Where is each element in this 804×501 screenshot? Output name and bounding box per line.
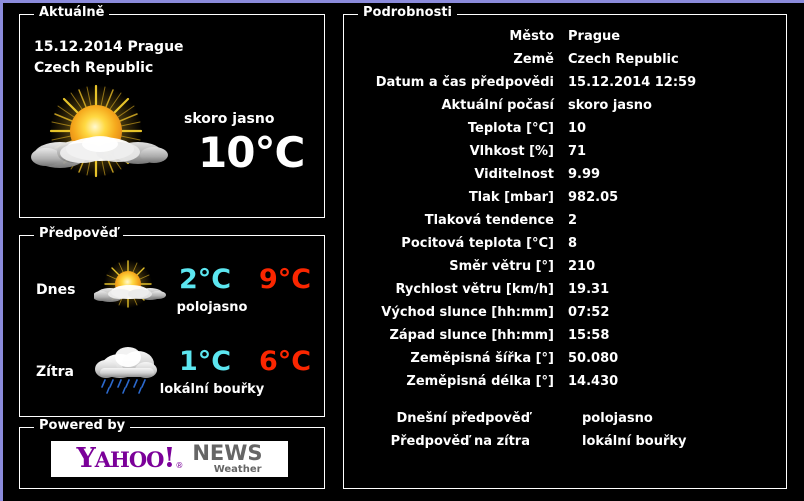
forecast-low-temperature: 2°C bbox=[178, 264, 232, 295]
powered-by-panel-legend: Powered by bbox=[34, 419, 131, 433]
details-row-value: 15:58 bbox=[568, 328, 610, 343]
details-row-label: Pocitová teplota [°C] bbox=[401, 236, 554, 251]
forecast-day-label: Zítra bbox=[36, 364, 74, 380]
details-row-label: Dnešní předpověď bbox=[396, 411, 530, 426]
current-weather-panel-legend: Aktuálně bbox=[34, 6, 110, 20]
widget-canvas: Aktuálně 15.12.2014 Prague Czech Republi… bbox=[3, 3, 804, 501]
details-row-value: 210 bbox=[568, 259, 596, 274]
details-row: Město Prague bbox=[344, 25, 786, 48]
details-row-value: skoro jasno bbox=[568, 98, 652, 113]
forecast-condition-text: polojasno bbox=[176, 300, 248, 315]
details-row-label: Vlhkost [%] bbox=[469, 144, 554, 159]
forecast-condition-text: lokální bouřky bbox=[159, 382, 265, 397]
details-row-value: 14.430 bbox=[568, 374, 619, 389]
details-row-label: Město bbox=[509, 29, 554, 44]
details-row: Zeměpisná délka [°] 14.430 bbox=[344, 370, 786, 393]
details-row-label: Zeměpisná šířka [°] bbox=[410, 351, 554, 366]
details-row: Vlhkost [%] 71 bbox=[344, 140, 786, 163]
details-row: Západ slunce [hh:mm] 15:58 bbox=[344, 324, 786, 347]
details-row-value: 982.05 bbox=[568, 190, 619, 205]
current-date-location: 15.12.2014 Prague Czech Republic bbox=[34, 37, 198, 81]
details-row-label: Teplota [°C] bbox=[467, 121, 554, 136]
details-row-value: 9.99 bbox=[568, 167, 601, 182]
details-row-value: 15.12.2014 12:59 bbox=[568, 75, 697, 90]
details-row-label: Rychlost větru [km/h] bbox=[395, 282, 554, 297]
forecast-high-temperature: 6°C bbox=[258, 346, 312, 377]
current-temperature: 10°C bbox=[198, 128, 305, 177]
details-row: Teplota [°C] 10 bbox=[344, 117, 786, 140]
details-row-label: Aktuální počasí bbox=[441, 98, 554, 113]
current-weather-panel: Aktuálně 15.12.2014 Prague Czech Republi… bbox=[19, 6, 325, 218]
weather-label: Weather bbox=[213, 464, 262, 475]
forecast-panel: Předpověď Dnes 2°C 9°C polojasno Zítra 1… bbox=[19, 227, 325, 417]
details-row-value: 2 bbox=[568, 213, 578, 228]
details-row-label: Tlaková tendence bbox=[424, 213, 554, 228]
details-row-value: polojasno bbox=[582, 411, 653, 426]
details-row: Viditelnost 9.99 bbox=[344, 163, 786, 186]
details-row-label: Země bbox=[513, 52, 554, 67]
news-weather-wordmark: NEWS Weather bbox=[192, 443, 262, 475]
details-row-value: 19.31 bbox=[568, 282, 610, 297]
details-row-label: Zeměpisná délka [°] bbox=[406, 374, 554, 389]
details-row-value: lokální bouřky bbox=[582, 434, 687, 449]
details-row-label: Předpověď na zítra bbox=[390, 434, 530, 449]
details-row: Východ slunce [hh:mm] 07:52 bbox=[344, 301, 786, 324]
news-label: NEWS bbox=[192, 441, 263, 465]
details-row-value: 8 bbox=[568, 236, 578, 251]
sun-behind-cloud-icon bbox=[30, 83, 182, 183]
details-table: Město Prague Země Czech Republic Datum a čas… bbox=[344, 25, 786, 453]
forecast-row: Zítra 1°C 6°C lokální bouřky bbox=[20, 332, 324, 414]
forecast-day-label: Dnes bbox=[36, 282, 76, 298]
details-row: Předpověď na zítra lokální bouřky bbox=[344, 430, 786, 453]
details-row-value: Prague bbox=[568, 29, 621, 44]
details-spacer bbox=[344, 393, 786, 407]
details-row-value: 71 bbox=[568, 144, 587, 159]
details-row-label: Viditelnost bbox=[474, 167, 554, 182]
details-row: Směr větru [°] 210 bbox=[344, 255, 786, 278]
details-row-label: Směr větru [°] bbox=[449, 259, 554, 274]
details-row-value: 07:52 bbox=[568, 305, 610, 320]
forecast-row: Dnes 2°C 9°C polojasno bbox=[20, 250, 324, 332]
forecast-high-temperature: 9°C bbox=[258, 264, 312, 295]
yahoo-news-weather-logo[interactable]: YAHOO! ® NEWS Weather bbox=[51, 441, 288, 477]
details-row-label: Západ slunce [hh:mm] bbox=[389, 328, 554, 343]
details-row: Země Czech Republic bbox=[344, 48, 786, 71]
details-row-value: 50.080 bbox=[568, 351, 619, 366]
details-row-value: Czech Republic bbox=[568, 52, 679, 67]
yahoo-wordmark: YAHOO! bbox=[76, 442, 175, 474]
details-row-value: 10 bbox=[568, 121, 587, 136]
details-panel: Podrobnosti Město Prague Země Czech Republi… bbox=[343, 6, 787, 489]
forecast-panel-legend: Předpověď bbox=[34, 227, 123, 241]
details-row-label: Tlak [mbar] bbox=[468, 190, 554, 205]
forecast-low-temperature: 1°C bbox=[178, 346, 232, 377]
current-date-location-line-1: 15.12.2014 Prague bbox=[34, 39, 184, 55]
details-row-label: Východ slunce [hh:mm] bbox=[381, 305, 554, 320]
details-row: Tlak [mbar] 982.05 bbox=[344, 186, 786, 209]
details-row-label: Datum a čas předpovědi bbox=[375, 75, 554, 90]
details-row: Aktuální počasí skoro jasno bbox=[344, 94, 786, 117]
details-row: Dnešní předpověď polojasno bbox=[344, 407, 786, 430]
current-condition-text: skoro jasno bbox=[184, 111, 275, 127]
powered-by-panel: Powered by YAHOO! ® NEWS Weather bbox=[19, 419, 325, 489]
details-row: Zeměpisná šířka [°] 50.080 bbox=[344, 347, 786, 370]
details-row: Pocitová teplota [°C] 8 bbox=[344, 232, 786, 255]
details-row: Datum a čas předpovědi 15.12.2014 12:59 bbox=[344, 71, 786, 94]
details-row: Rychlost větru [km/h] 19.31 bbox=[344, 278, 786, 301]
current-date-location-line-2: Czech Republic bbox=[34, 60, 154, 76]
details-row: Tlaková tendence 2 bbox=[344, 209, 786, 232]
registered-trademark-icon: ® bbox=[175, 461, 184, 470]
details-panel-legend: Podrobnosti bbox=[358, 6, 458, 20]
